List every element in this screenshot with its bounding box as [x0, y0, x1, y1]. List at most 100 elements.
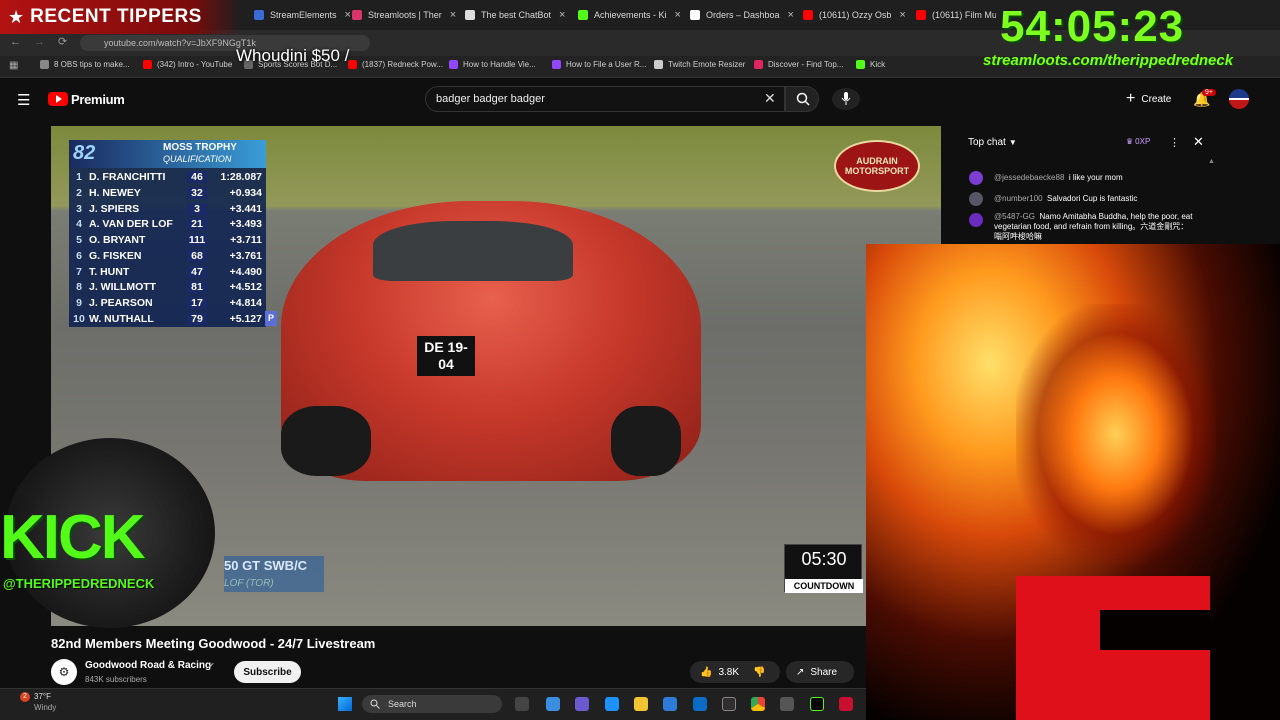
voice-search-button[interactable] — [832, 88, 860, 110]
channel-name[interactable]: Goodwood Road & Racing — [85, 660, 211, 671]
close-icon[interactable]: × — [899, 9, 905, 21]
gap: +4.490 — [229, 265, 262, 278]
chat-mode-dropdown[interactable]: Top chat ▼ — [968, 137, 1017, 148]
bookmark-item[interactable]: Twitch Emote Resizer — [654, 60, 745, 69]
tab-film-music[interactable]: (10611) Film Musi — [916, 4, 996, 26]
gap: +5.127 — [229, 312, 262, 325]
search-button[interactable] — [785, 86, 819, 112]
windows-start-icon[interactable] — [338, 697, 352, 711]
obs-icon[interactable] — [722, 697, 736, 711]
taskbar-search[interactable]: Search — [362, 695, 502, 713]
close-chat-icon[interactable]: ✕ — [1193, 134, 1204, 150]
car-number: 111 — [187, 233, 207, 246]
countdown-time: 05:30 — [801, 549, 847, 569]
forward-icon[interactable]: → — [34, 36, 45, 48]
youtube-premium-logo[interactable]: Premium — [71, 92, 125, 107]
position: 4 — [76, 217, 82, 230]
event-number: 82 — [73, 142, 96, 164]
menu-icon[interactable]: ☰ — [17, 91, 30, 109]
car-driver-caption: LOF (TOR) — [224, 578, 274, 589]
more-options-icon[interactable]: ⋮ — [1169, 136, 1180, 149]
teams-icon[interactable] — [575, 697, 589, 711]
close-icon[interactable]: × — [675, 9, 681, 21]
share-button[interactable]: ↗ Share — [786, 661, 854, 683]
close-icon[interactable]: × — [559, 9, 565, 21]
driver: G. FISKEN — [89, 249, 142, 262]
leaderboard-header: 82 MOSS TROPHY QUALIFICATION — [69, 140, 266, 168]
clear-search-icon[interactable]: ✕ — [764, 90, 776, 107]
create-button[interactable]: + Create — [1118, 86, 1176, 112]
tab-achievements[interactable]: Achievements - Ki × — [578, 4, 681, 26]
chrome-icon[interactable] — [751, 697, 765, 711]
copilot-icon[interactable] — [546, 697, 560, 711]
session-name: QUALIFICATION — [163, 154, 232, 164]
reload-icon[interactable]: ⟳ — [58, 35, 67, 48]
position: 2 — [76, 186, 82, 199]
car-wheel-left — [281, 406, 371, 476]
dislike-icon[interactable]: 👎 — [753, 667, 765, 678]
bookmark-item[interactable]: How to File a User R... — [552, 60, 646, 69]
apps-icon[interactable]: ▦ — [9, 60, 18, 71]
bookmark-item[interactable]: 8 OBS tips to make... — [40, 60, 130, 69]
kick-app-icon[interactable] — [810, 697, 824, 711]
car-caption: 50 GT SWB/C — [224, 558, 308, 573]
youtube-logo-icon[interactable] — [48, 92, 68, 106]
xp-value: 0XP — [1135, 137, 1151, 146]
bookmark-item[interactable]: (342) Intro - YouTube — [143, 60, 232, 69]
subscribe-button[interactable]: Subscribe — [234, 661, 301, 683]
tab-streamloots[interactable]: Streamloots | Ther × — [352, 4, 456, 26]
countdown-label: COUNTDOWN — [785, 579, 863, 593]
streamloots-icon — [352, 10, 362, 20]
tab-orders[interactable]: Orders – Dashboa × — [690, 4, 794, 26]
tab-streamelements[interactable]: StreamElements × — [254, 4, 351, 26]
tab-chatbot[interactable]: The best ChatBot × — [465, 4, 565, 26]
recent-tippers-title: RECENT TIPPERS — [30, 6, 202, 27]
store-icon[interactable] — [663, 697, 677, 711]
driver: J. PEARSON — [89, 296, 153, 309]
chat-username: @5487-GG — [994, 212, 1036, 221]
chat-text: Salvadori Cup is fantastic — [1047, 194, 1138, 203]
driver: W. NUTHALL — [89, 312, 154, 325]
close-icon[interactable]: × — [345, 9, 351, 21]
bookmark-item[interactable]: How to Handle Vie... — [449, 60, 536, 69]
task-view-icon[interactable] — [515, 697, 529, 711]
like-dislike-group: 👍 3.8K 👎 — [690, 661, 780, 683]
bookmark-label: Discover - Find Top... — [768, 60, 844, 69]
app-icon[interactable] — [839, 697, 853, 711]
tab-label: Achievements - Ki — [594, 10, 667, 20]
driver: A. VAN DER LOF — [89, 217, 173, 230]
file-explorer-icon[interactable] — [634, 697, 648, 711]
countdown-box: 05:30 COUNTDOWN — [784, 544, 863, 593]
leaderboard-row: 2 H. NEWEY 32 +0.934 — [69, 185, 266, 200]
xp-badge[interactable]: ♛ 0XP — [1126, 137, 1150, 146]
channel-avatar[interactable]: ⚙ — [51, 659, 77, 685]
weather-temp[interactable]: 37°F — [34, 692, 51, 701]
leaderboard-row: 3 J. SPIERS 3 +3.441 — [69, 201, 266, 216]
gap: +3.441 — [229, 202, 262, 215]
driver: O. BRYANT — [89, 233, 146, 246]
app-icon[interactable] — [780, 697, 794, 711]
car-number: 79 — [187, 312, 207, 325]
close-icon[interactable]: × — [450, 9, 456, 21]
taskbar-search-label: Search — [388, 699, 417, 709]
tab-ozzy[interactable]: (10611) Ozzy Osb × — [803, 4, 906, 26]
create-label: Create — [1141, 93, 1172, 105]
bookmark-item[interactable]: Discover - Find Top... — [754, 60, 843, 69]
bookmark-label: Kick — [870, 60, 886, 69]
position: 10 — [73, 312, 85, 325]
driver: H. NEWEY — [89, 186, 141, 199]
close-icon[interactable]: × — [788, 9, 794, 21]
weather-condition: Windy — [34, 703, 57, 712]
search-input[interactable]: badger badger badger — [425, 86, 785, 112]
like-icon[interactable]: 👍 — [700, 667, 712, 678]
bookmark-item[interactable]: Kick — [856, 60, 885, 69]
scroll-up-icon[interactable]: ▲ — [1208, 158, 1215, 165]
edge-icon[interactable] — [605, 697, 619, 711]
account-avatar[interactable] — [1229, 89, 1249, 109]
bookmark-item[interactable]: (1837) Redneck Pow... — [348, 60, 443, 69]
outlook-icon[interactable] — [693, 697, 707, 711]
bookmark-label: (342) Intro - YouTube — [157, 60, 233, 69]
driver: J. WILLMOTT — [89, 280, 157, 293]
back-icon[interactable]: ← — [10, 36, 21, 48]
license-plate: DE 19-04 — [417, 336, 475, 376]
